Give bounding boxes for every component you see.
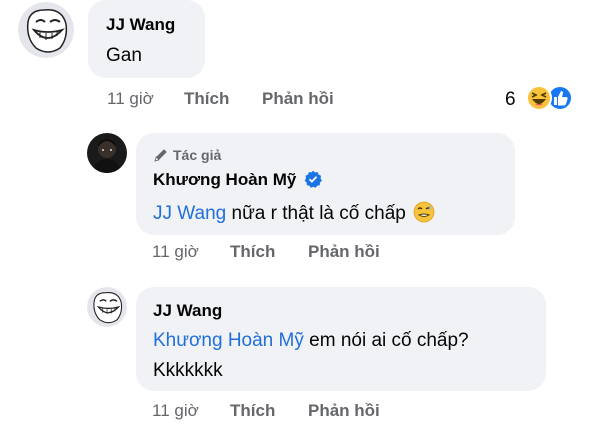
reactions-summary[interactable]: [523, 84, 575, 112]
author-badge-label: Tác giả: [173, 147, 222, 163]
comment-text: Gan: [106, 45, 142, 66]
comment-time[interactable]: 11 giờ: [107, 89, 154, 109]
grimace-emoji: [413, 201, 435, 229]
comment-author[interactable]: JJ Wang: [106, 15, 175, 35]
verified-badge-icon: [304, 170, 323, 193]
troll-face-avatar[interactable]: [18, 2, 74, 58]
comment-text-line-1: Khương Hoàn Mỹ em nói ai cố chấp?: [153, 330, 469, 352]
reaction-count[interactable]: 6: [505, 89, 516, 111]
comment-time[interactable]: 11 giờ: [152, 242, 199, 262]
mention-link[interactable]: JJ Wang: [153, 203, 226, 224]
reply-link[interactable]: Phản hồi: [308, 401, 380, 421]
comment-body: em nói ai cố chấp?: [309, 330, 469, 351]
comment-text: JJ Wang nữa r thật là cố chấp: [153, 201, 435, 229]
pen-icon: [153, 147, 169, 168]
comment-body: nữa r thật là cố chấp: [231, 203, 406, 224]
troll-face-avatar[interactable]: [87, 287, 127, 327]
author-name[interactable]: Khương Hoàn Mỹ: [153, 170, 296, 189]
like-link[interactable]: Thích: [230, 401, 275, 421]
comment-author[interactable]: JJ Wang: [153, 301, 222, 321]
reply-link[interactable]: Phản hồi: [262, 89, 334, 109]
comment-text-line-2: Kkkkkkk: [153, 360, 223, 381]
like-link[interactable]: Thích: [230, 242, 275, 262]
comment-time[interactable]: 11 giờ: [152, 401, 199, 421]
mention-link[interactable]: Khương Hoàn Mỹ: [153, 330, 304, 351]
comment-author[interactable]: Khương Hoàn Mỹ: [153, 170, 323, 193]
profile-photo-avatar[interactable]: [87, 133, 127, 173]
reply-link[interactable]: Phản hồi: [308, 242, 380, 262]
like-link[interactable]: Thích: [184, 89, 229, 109]
haha-reaction-icon: [526, 85, 552, 111]
